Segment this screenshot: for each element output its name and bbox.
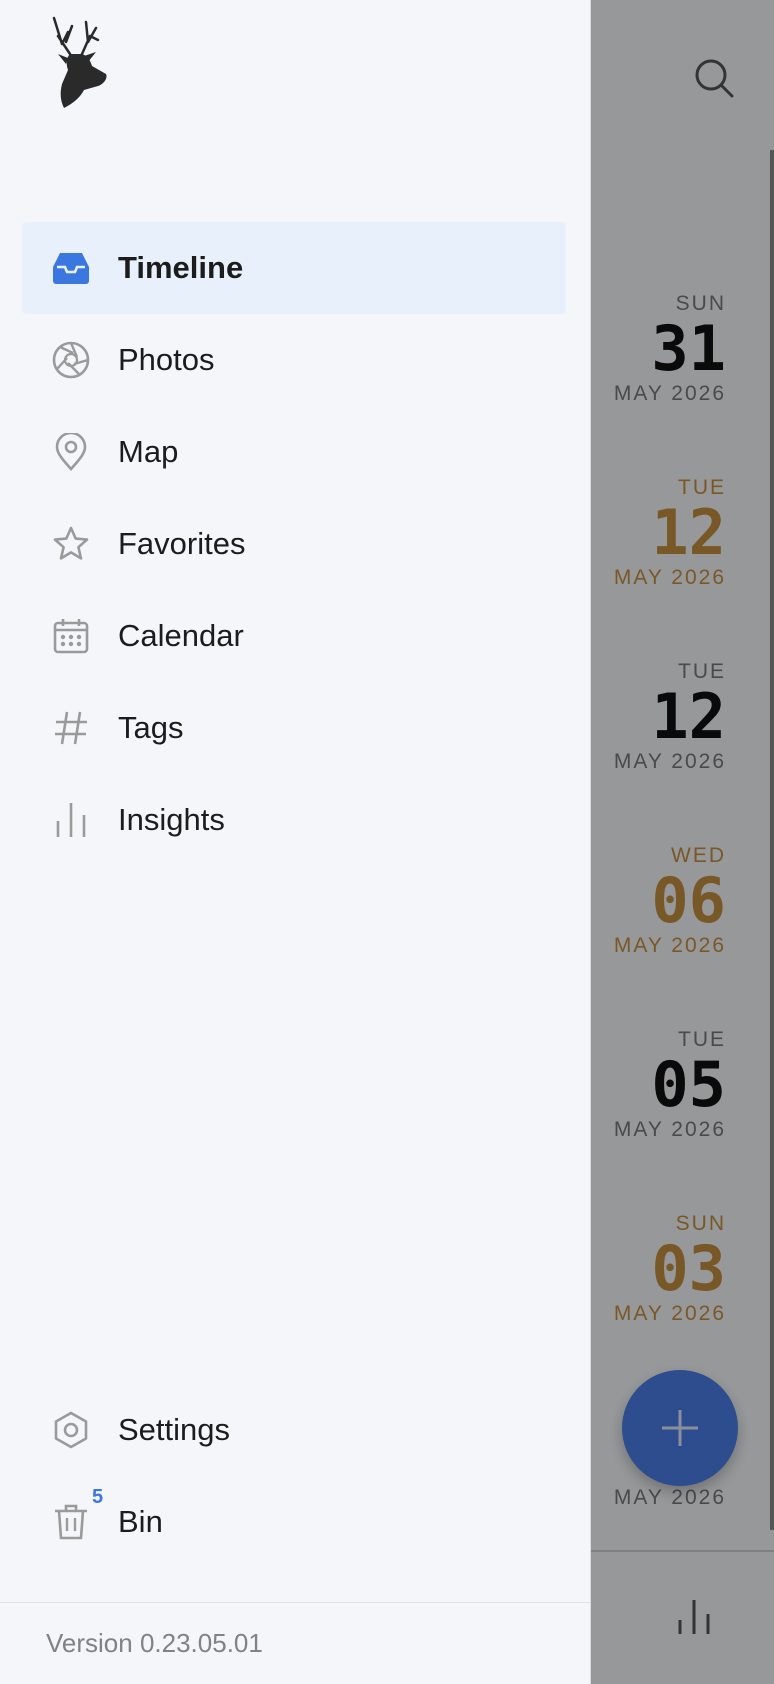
nav-item-favorites[interactable]: Favorites [22,498,566,590]
settings-icon [52,1411,90,1449]
nav-item-map[interactable]: Map [22,406,566,498]
nav-label: Settings [118,1412,231,1447]
aperture-icon [52,341,90,379]
nav-item-settings[interactable]: Settings [22,1384,566,1476]
star-icon [52,525,90,563]
nav-item-timeline[interactable]: Timeline [22,222,566,314]
map-pin-icon [52,431,90,471]
nav-label: Map [118,434,179,469]
trash-icon [52,1503,90,1541]
nav-item-photos[interactable]: Photos [22,314,566,406]
calendar-icon [52,617,90,655]
nav-label: Tags [118,710,184,745]
inbox-icon [52,249,90,287]
nav-item-insights[interactable]: Insights [22,774,566,866]
bin-count-badge: 5 [92,1486,104,1508]
nav-label: Calendar [118,618,244,653]
hash-icon [52,709,90,747]
version-label: Version 0.23.05.01 [46,1628,263,1658]
bar-chart-icon [52,801,90,839]
nav-item-bin[interactable]: Bin [22,1476,566,1568]
nav-label: Timeline [118,250,244,285]
nav-label: Insights [118,802,225,837]
navigation-drawer: Timeline Photos Map Favorites Calendar T… [0,0,591,1684]
divider [0,1602,590,1603]
nav-label: Bin [118,1504,163,1539]
deer-logo-icon [52,14,114,110]
nav-item-tags[interactable]: Tags [22,682,566,774]
nav-label: Photos [118,342,215,377]
nav-item-calendar[interactable]: Calendar [22,590,566,682]
nav-label: Favorites [118,526,246,561]
